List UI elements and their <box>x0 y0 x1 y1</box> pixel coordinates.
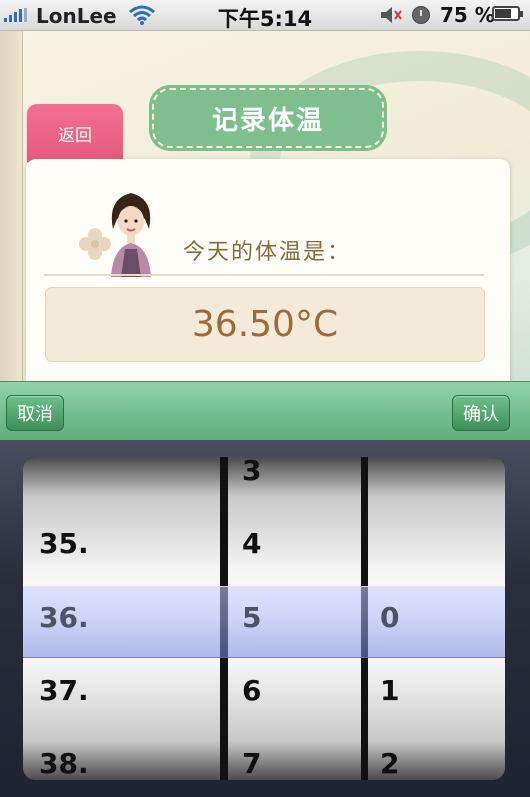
picker-option[interactable]: 4 <box>242 527 261 560</box>
picker-option[interactable]: 1 <box>380 674 399 707</box>
picker-option[interactable]: 7 <box>242 747 261 780</box>
picker-option[interactable]: 2 <box>380 747 399 780</box>
picker-selected-tenths: 5 <box>242 601 262 634</box>
picker-toolbar: 取消 确认 <box>0 381 530 441</box>
divider <box>44 274 484 276</box>
girl-avatar-icon <box>111 193 151 277</box>
page-edge <box>0 31 23 381</box>
mute-icon <box>379 6 403 28</box>
confirm-button[interactable]: 确认 <box>452 395 510 431</box>
status-bar: LonLee 下午5:14 75 % <box>0 0 530 31</box>
picker-selection-band <box>23 586 505 658</box>
temperature-question: 今天的体温是： <box>183 240 352 265</box>
page-title: 记录体温 <box>152 88 384 148</box>
temperature-picker: 35. 37. 38. 3 4 6 7 1 2 36. 5 0 <box>0 440 530 797</box>
battery-percent: 75 % <box>440 3 495 27</box>
picker-wheels: 35. 37. 38. 3 4 6 7 1 2 36. 5 0 <box>23 457 505 780</box>
picker-option[interactable]: 38. <box>39 747 89 780</box>
picker-option[interactable]: 37. <box>39 674 89 707</box>
app-background: 返回 记录体温 今天的体温是： 36.50°C <box>0 31 530 381</box>
temperature-card: 今天的体温是： 36.50°C <box>26 159 510 381</box>
picker-option[interactable]: 6 <box>242 674 261 707</box>
picker-option[interactable]: 3 <box>242 457 261 487</box>
battery-icon <box>492 6 523 21</box>
temperature-value[interactable]: 36.50°C <box>45 287 485 362</box>
cancel-button[interactable]: 取消 <box>6 395 64 431</box>
lock-icon <box>412 6 430 24</box>
picker-selected-integer: 36. <box>39 601 89 634</box>
back-button[interactable]: 返回 <box>27 104 123 162</box>
picker-selected-hundredths: 0 <box>380 601 400 634</box>
picker-option[interactable]: 35. <box>39 527 89 560</box>
